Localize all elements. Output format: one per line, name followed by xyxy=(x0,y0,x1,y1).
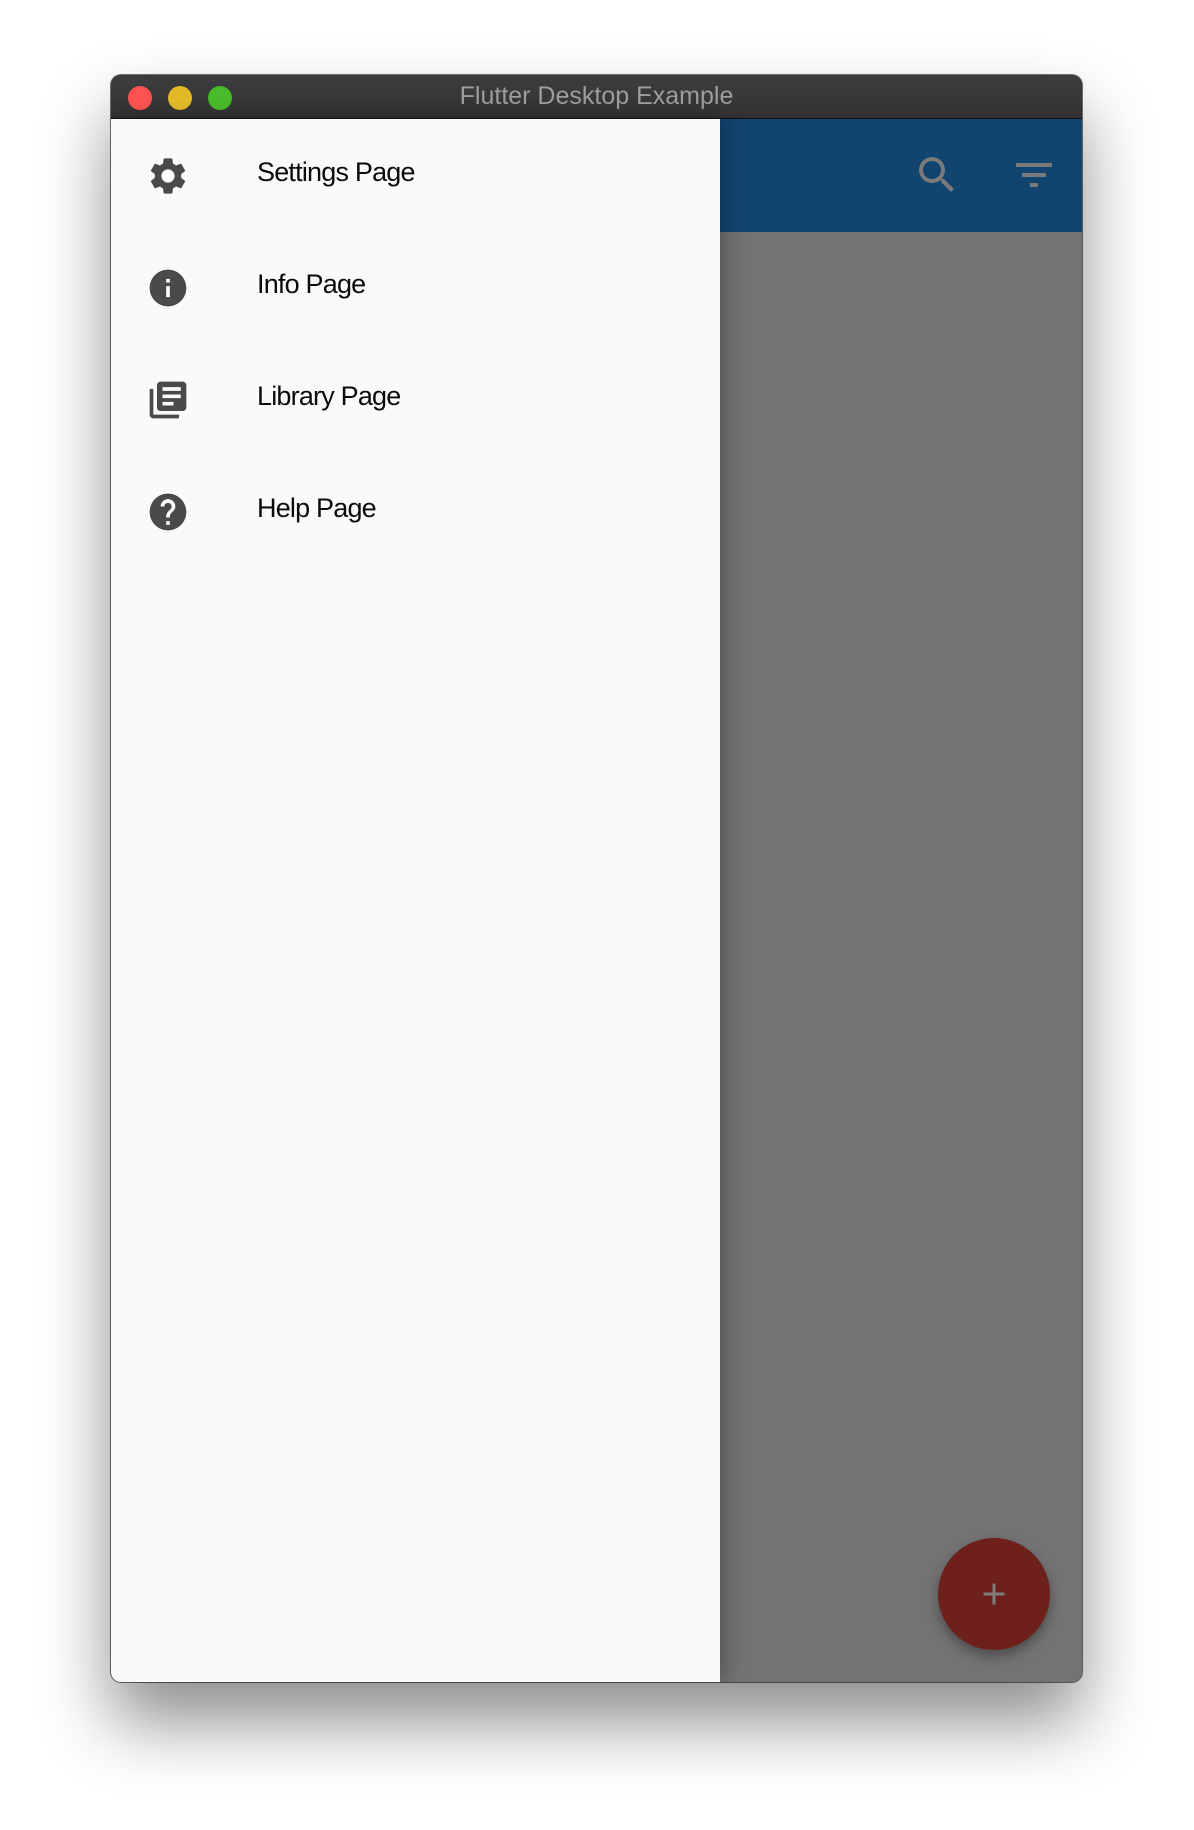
navigation-drawer: Settings Page Info Page Library Page Hel… xyxy=(111,119,720,1682)
search-icon xyxy=(919,157,954,192)
help-icon xyxy=(149,493,187,531)
filter-icon xyxy=(1016,163,1052,187)
gear-icon xyxy=(150,158,186,194)
app-content: Flutter Desktop Example xyxy=(111,119,1082,1682)
info-icon xyxy=(149,269,187,307)
drawer-item-label: Settings Page xyxy=(257,157,416,187)
drawer-item-library[interactable]: Library Page xyxy=(111,343,720,455)
title-bar[interactable]: Flutter Desktop Example xyxy=(111,75,1082,119)
search-button[interactable] xyxy=(913,151,961,199)
plus-icon xyxy=(983,1583,1005,1605)
filter-button[interactable] xyxy=(1010,151,1058,199)
drawer-item-label: Library Page xyxy=(257,381,401,411)
app-window: Flutter Desktop Example Flutter Desktop … xyxy=(111,75,1082,1682)
add-fab-button[interactable] xyxy=(938,1538,1050,1650)
drawer-item-label: Info Page xyxy=(257,269,366,299)
window-title: Flutter Desktop Example xyxy=(459,82,734,110)
drawer-item-label: Help Page xyxy=(257,493,377,523)
library-icon xyxy=(149,381,187,419)
drawer-item-settings[interactable]: Settings Page xyxy=(111,119,720,231)
drawer-item-info[interactable]: Info Page xyxy=(111,231,720,343)
drawer-item-help[interactable]: Help Page xyxy=(111,455,720,567)
